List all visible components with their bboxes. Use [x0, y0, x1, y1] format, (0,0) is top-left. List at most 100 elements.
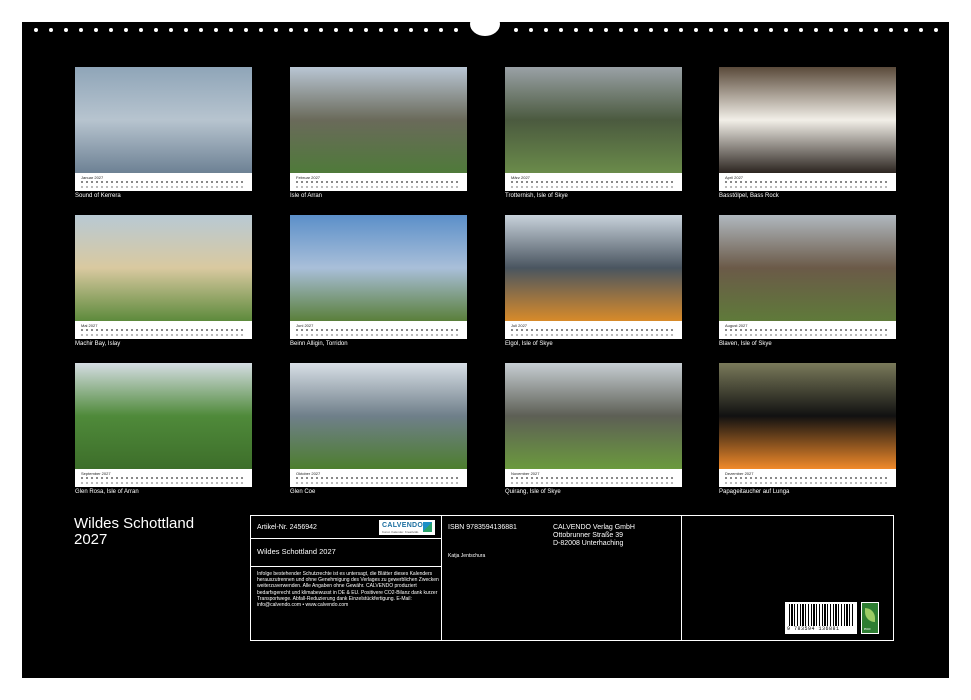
binding-hole [589, 28, 593, 32]
binding-hole [349, 28, 353, 32]
photo-caption: Quirang, Isle of Skye [505, 489, 561, 495]
day-grid [296, 181, 461, 189]
month-calendar-strip: März 2027 [505, 173, 682, 191]
binding-hole [559, 28, 563, 32]
eco-label: eco [864, 626, 871, 631]
photo-caption: Blaven, Isle of Skye [719, 341, 772, 347]
month-label: Oktober 2027 [296, 471, 321, 476]
author: Katja Jentschura [448, 553, 486, 559]
month-label: Mai 2027 [81, 323, 98, 328]
binding-hole [94, 28, 98, 32]
month-calendar-strip: Juli 2027 [505, 321, 682, 339]
binding-hole [904, 28, 908, 32]
calendar-title: Wildes Schottland 2027 [74, 516, 194, 548]
day-grid [511, 329, 676, 337]
binding-hole [394, 28, 398, 32]
photo-caption: Elgol, Isle of Skye [505, 341, 553, 347]
binding-hole [439, 28, 443, 32]
day-grid [81, 329, 246, 337]
month-calendar-strip: Oktober 2027 [290, 469, 467, 487]
title-line-2: 2027 [74, 531, 108, 548]
binding-hole [184, 28, 188, 32]
month-label: März 2027 [511, 175, 530, 180]
month-calendar-strip: April 2027 [719, 173, 896, 191]
binding-hole [79, 28, 83, 32]
binding-hole [64, 28, 68, 32]
month-tile: Februar 2027 Isle of Arran [290, 67, 467, 199]
binding-hole [109, 28, 113, 32]
artikel-number: Artikel-Nr. 2456942 [257, 524, 317, 531]
day-grid [296, 329, 461, 337]
month-calendar-strip: November 2027 [505, 469, 682, 487]
month-calendar-strip: Mai 2027 [75, 321, 252, 339]
isbn: ISBN 9783594136881 [448, 524, 517, 531]
binding-hole [664, 28, 668, 32]
binding-hole [859, 28, 863, 32]
calendar-name: Wildes Schottland 2027 [257, 547, 336, 556]
binding-hole [334, 28, 338, 32]
binding-hole [844, 28, 848, 32]
month-photo [75, 363, 252, 469]
calvendo-logo: CALVENDO Kunst. Kalender. Kreativität. [379, 520, 435, 535]
binding-hole [679, 28, 683, 32]
binding-hole [364, 28, 368, 32]
binding-hole [709, 28, 713, 32]
binding-hole [799, 28, 803, 32]
month-tile: Juli 2027 Elgol, Isle of Skye [505, 215, 682, 347]
month-label: Dezember 2027 [725, 471, 754, 476]
binding-hole [889, 28, 893, 32]
month-calendar-strip: Juni 2027 [290, 321, 467, 339]
photo-caption: Basstölpel, Bass Rock [719, 193, 779, 199]
month-label: Februar 2027 [296, 175, 321, 180]
month-photo [75, 67, 252, 173]
binding-hole [409, 28, 413, 32]
month-tile: September 2027 Glen Rosa, Isle of Arran [75, 363, 252, 495]
binding-hole [754, 28, 758, 32]
photo-caption: Machir Bay, Islay [75, 341, 121, 347]
month-tile: Dezember 2027 Papageitaucher auf Lunga [719, 363, 896, 495]
logo-subtext: Kunst. Kalender. Kreativität. [382, 530, 420, 534]
month-label: Juli 2027 [511, 323, 528, 328]
binding-hole [814, 28, 818, 32]
month-calendar-strip: August 2027 [719, 321, 896, 339]
month-photo [290, 215, 467, 321]
month-photo [719, 67, 896, 173]
publisher-city: D-82008 Unterhaching [553, 540, 624, 547]
photo-caption: Glen Rosa, Isle of Arran [75, 489, 139, 495]
binding-hole [574, 28, 578, 32]
photo-caption: Sound of Kerrera [75, 193, 121, 199]
month-label: September 2027 [81, 471, 111, 476]
month-photo [505, 67, 682, 173]
barcode-number: 9 783594 136881 [787, 626, 840, 632]
day-grid [511, 181, 676, 189]
day-grid [81, 181, 246, 189]
binding-hole [604, 28, 608, 32]
binding-hole [244, 28, 248, 32]
binding-hole [694, 28, 698, 32]
binding-hole [124, 28, 128, 32]
binding-hole [619, 28, 623, 32]
day-grid [725, 477, 890, 485]
binding-hole [784, 28, 788, 32]
binding-hole [649, 28, 653, 32]
binding-hole [229, 28, 233, 32]
leaf-icon [865, 608, 875, 622]
day-grid [511, 477, 676, 485]
binding-hole [304, 28, 308, 32]
month-calendar-strip: Dezember 2027 [719, 469, 896, 487]
month-calendar-strip: September 2027 [75, 469, 252, 487]
binding-hole [769, 28, 773, 32]
binding-hole [544, 28, 548, 32]
isbn-barcode: 9 783594 136881 [785, 602, 857, 634]
month-tile: August 2027 Blaven, Isle of Skye [719, 215, 896, 347]
publisher-street: Ottobrunner Straße 39 [553, 532, 624, 539]
month-tile: Oktober 2027 Glen Coe [290, 363, 467, 495]
binding-hole [319, 28, 323, 32]
binding-hole [259, 28, 263, 32]
binding-hole [379, 28, 383, 32]
month-photo [719, 215, 896, 321]
month-photo [719, 363, 896, 469]
binding-hole [454, 28, 458, 32]
binding-hole [169, 28, 173, 32]
month-tile: November 2027 Quirang, Isle of Skye [505, 363, 682, 495]
